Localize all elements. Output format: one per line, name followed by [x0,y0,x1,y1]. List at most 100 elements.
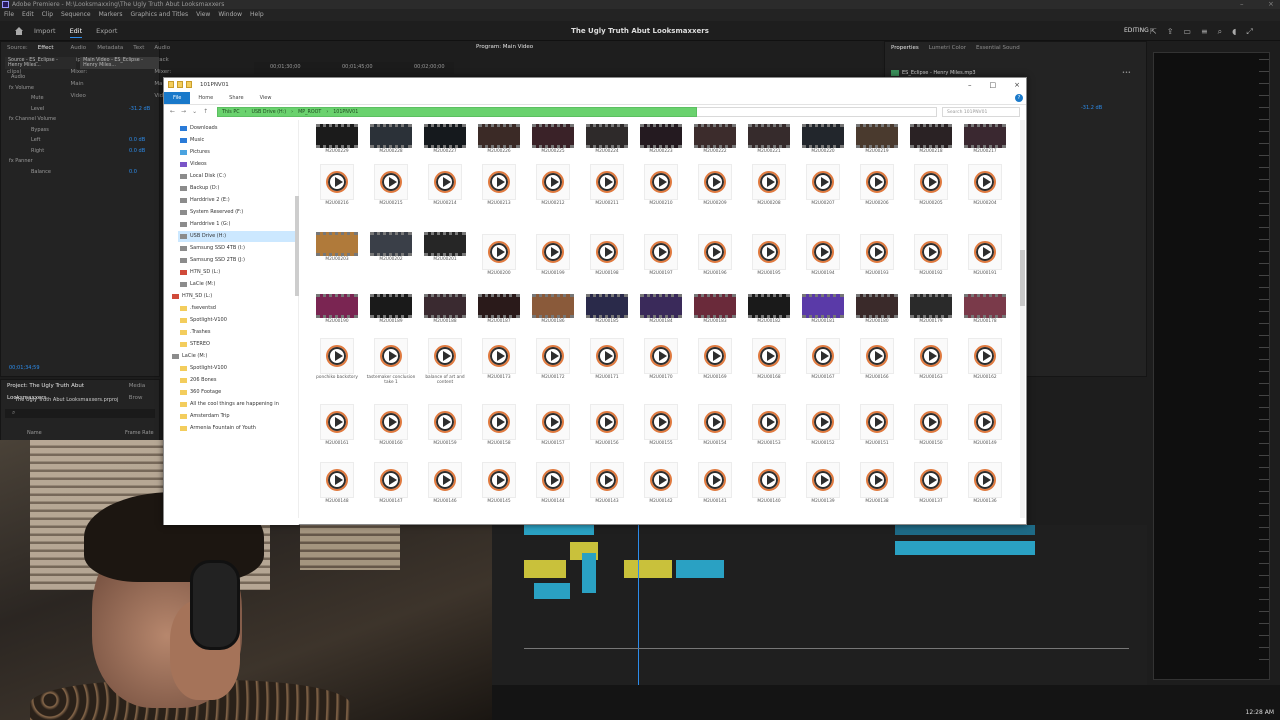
nav-item[interactable]: Pictures [178,147,296,158]
close-icon[interactable]: × [1268,0,1274,9]
panel-tab[interactable]: Source: (no clips) [7,42,28,75]
properties-level-value[interactable]: -31.2 dB [1081,105,1102,111]
nav-item[interactable]: 360 Footage [178,387,296,398]
ribbon-tab-home[interactable]: Home [190,92,221,104]
video-file-item[interactable]: M2U00167 [799,338,847,396]
nav-item[interactable]: Harddrive 1 (G:) [178,219,296,230]
menu-item-help[interactable]: Help [250,9,264,21]
video-file-item[interactable]: M2U00187 [475,292,523,344]
properties-tab[interactable]: Lumetri Color [929,42,966,54]
forward-icon[interactable]: → [181,108,186,115]
video-file-item[interactable]: ponchiko backstory [313,338,361,396]
video-file-item[interactable]: M2U00160 [367,404,415,462]
panel-tab[interactable]: Effect Controls [38,42,61,63]
content-scrollbar[interactable] [1020,120,1025,524]
video-file-item[interactable]: tastemaker conclusion take 1 [367,338,415,396]
video-file-item[interactable]: M2U00139 [799,462,847,520]
nav-item[interactable]: H7N_SD (L:) [170,291,288,302]
video-file-item[interactable]: M2U00211 [583,164,631,222]
menu-item-window[interactable]: Window [218,9,242,21]
clip-tab[interactable]: Main Video - ES_Eclipse - Henry Miles... [80,57,159,69]
breadcrumb-item[interactable]: MP_ROOT [298,108,321,116]
video-file-item[interactable]: M2U00154 [691,404,739,462]
nav-item[interactable]: All the cool things are happening in [178,399,296,410]
fx-label[interactable]: Right [31,148,44,154]
video-file-item[interactable]: M2U00196 [691,234,739,292]
up-icon[interactable]: ↑ [203,108,208,115]
video-file-item[interactable]: M2U00212 [529,164,577,222]
video-file-item[interactable]: M2U00195 [745,234,793,292]
playhead[interactable] [638,525,639,685]
nav-item[interactable]: Local Disk (C:) [178,171,296,182]
video-file-item[interactable]: M2U00194 [799,234,847,292]
nav-item[interactable]: .Trashes [178,327,296,338]
fx-value[interactable]: -31.2 dB [129,106,150,112]
fx-label[interactable]: fx Channel Volume [9,116,56,122]
nav-item[interactable]: Samsung SSD 4TB (I:) [178,243,296,254]
more-options-icon[interactable]: ••• [1122,70,1131,76]
panel-tab[interactable]: Metadata [97,42,123,54]
video-file-item[interactable]: M2U00159 [421,404,469,462]
video-file-item[interactable]: M2U00198 [583,234,631,292]
video-file-item[interactable]: M2U00155 [637,404,685,462]
nav-pane-scrollbar[interactable] [295,196,299,296]
new-folder-icon[interactable] [186,81,192,88]
share-icon[interactable]: ⇪ [1167,27,1174,37]
video-file-item[interactable]: M2U00153 [745,404,793,462]
video-file-item[interactable]: M2U00157 [529,404,577,462]
nav-item[interactable]: 206 Bones [178,375,296,386]
fx-value[interactable]: 0.0 [129,169,137,175]
nav-item[interactable]: Amsterdam Trip [178,411,296,422]
video-file-item[interactable]: M2U00178 [961,292,1009,344]
audio-clip[interactable] [582,553,596,593]
address-bar[interactable]: This PC › USB Drive (H:) › MP_ROOT › 101PNV01 [217,107,697,117]
video-file-item[interactable]: M2U00179 [907,292,955,344]
video-file-item[interactable]: M2U00150 [907,404,955,462]
video-file-item[interactable]: M2U00141 [691,462,739,520]
video-file-item[interactable]: M2U00207 [799,164,847,222]
nav-item[interactable]: Downloads [178,123,296,134]
fx-label[interactable]: Audio [11,74,25,80]
video-file-item[interactable]: M2U00169 [691,338,739,396]
help-icon[interactable]: ? [1015,94,1023,102]
menu-item-view[interactable]: View [196,9,210,21]
menu-item-sequence[interactable]: Sequence [61,9,91,21]
video-file-item[interactable]: M2U00191 [961,234,1009,292]
video-file-item[interactable]: M2U00145 [475,462,523,520]
address-bar-empty[interactable] [697,107,937,117]
fx-value[interactable]: 0.0 dB [129,137,145,143]
nav-item[interactable]: Spotlight-V100 [178,315,296,326]
panel-tab[interactable]: Audio Clip Mixer: Main Video [71,42,88,99]
column-name[interactable]: Name [27,430,42,436]
nav-item[interactable]: Music [178,135,296,146]
breadcrumb-item[interactable]: USB Drive (H:) [252,108,287,116]
nav-item[interactable]: H7N_SD (L:) [178,267,296,278]
breadcrumb-item[interactable]: This PC [222,108,240,116]
project-tab[interactable]: Media Brow [129,380,159,401]
video-file-item[interactable]: M2U00142 [637,462,685,520]
scrollbar-thumb[interactable] [1020,250,1025,306]
clip-tab[interactable]: Source - ES_Eclipse - Henry Miles... [5,57,77,69]
video-file-item[interactable]: M2U00162 [961,338,1009,396]
fx-label[interactable]: Mute [31,95,44,101]
fx-label[interactable]: fx Panner [9,158,33,164]
video-file-item[interactable]: M2U00199 [529,234,577,292]
video-file-item[interactable]: M2U00170 [637,338,685,396]
video-file-item[interactable]: M2U00188 [421,292,469,344]
fx-value[interactable]: 0.0 dB [129,148,145,154]
video-file-item[interactable]: M2U00183 [691,292,739,344]
menu-item-markers[interactable]: Markers [99,9,123,21]
breadcrumb-item[interactable]: 101PNV01 [333,108,358,116]
menu-item-clip[interactable]: Clip [42,9,53,21]
project-search-input[interactable]: ⌕ [5,409,155,418]
video-file-item[interactable]: M2U00148 [313,462,361,520]
video-file-item[interactable]: M2U00161 [313,404,361,462]
video-file-item[interactable]: M2U00180 [853,292,901,344]
video-file-item[interactable]: M2U00214 [421,164,469,222]
nav-item[interactable]: Samsung SSD 2TB (J:) [178,255,296,266]
video-file-item[interactable]: M2U00151 [853,404,901,462]
video-clip[interactable] [624,560,672,578]
video-file-item[interactable]: M2U00192 [907,234,955,292]
properties-tab[interactable]: Essential Sound [976,42,1020,54]
music-clip[interactable] [895,541,1035,555]
